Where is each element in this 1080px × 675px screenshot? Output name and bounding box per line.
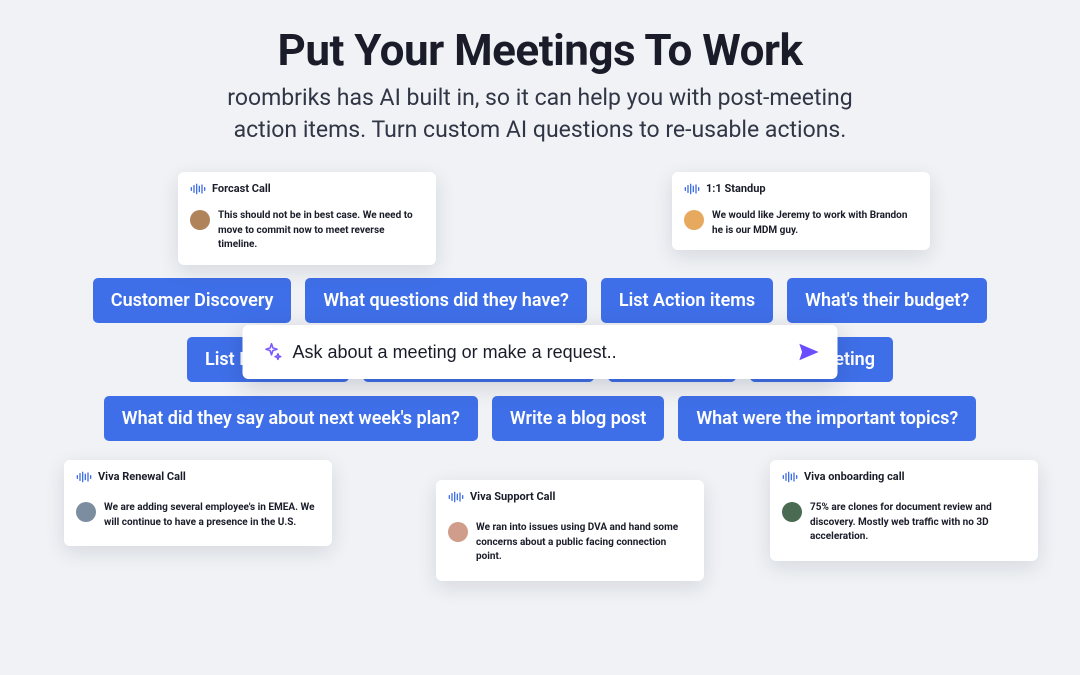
stage: Customer Discovery What questions did th… [0, 158, 1080, 658]
card-text: This should not be in best case. We need… [218, 209, 424, 253]
card-text: We ran into issues using DVA and hand so… [476, 521, 692, 565]
card-text: We would like Jeremy to work with Brando… [712, 209, 918, 238]
chip-row-1: Customer Discovery What questions did th… [93, 278, 987, 323]
card-head: 1:1 Standup [684, 182, 918, 195]
avatar [76, 502, 96, 522]
card-body: 75% are clones for document review and d… [782, 501, 1026, 549]
card-title: Viva onboarding call [804, 470, 905, 483]
subtitle-line-1: roombriks has AI built in, so it can hel… [227, 84, 852, 111]
sparkle-icon [261, 341, 283, 363]
card-body: We would like Jeremy to work with Brando… [684, 209, 918, 238]
chip-action-items[interactable]: List Action items [601, 278, 773, 323]
meeting-card-standup[interactable]: 1:1 Standup We would like Jeremy to work… [672, 172, 930, 250]
chip-budget[interactable]: What's their budget? [787, 278, 987, 323]
hero-header: Put Your Meetings To Work roombriks has … [0, 0, 1080, 146]
card-head: Viva Support Call [448, 490, 692, 503]
avatar [782, 502, 802, 522]
audio-wave-icon [782, 471, 798, 483]
card-body: We are adding several employee's in EMEA… [76, 501, 320, 534]
card-title: Viva Renewal Call [98, 470, 186, 483]
meeting-card-forecast[interactable]: Forcast Call This should not be in best … [178, 172, 436, 265]
card-head: Viva Renewal Call [76, 470, 320, 483]
audio-wave-icon [448, 491, 464, 503]
card-body: We ran into issues using DVA and hand so… [448, 521, 692, 569]
chip-important-topics[interactable]: What were the important topics? [678, 396, 976, 441]
card-head: Viva onboarding call [782, 470, 1026, 483]
chip-row-3: What did they say about next week's plan… [104, 396, 976, 441]
chip-blog-post[interactable]: Write a blog post [492, 396, 664, 441]
send-icon[interactable] [798, 341, 820, 363]
card-title: 1:1 Standup [706, 182, 766, 195]
ask-input[interactable] [283, 342, 798, 363]
avatar [448, 522, 468, 542]
meeting-card-renewal[interactable]: Viva Renewal Call We are adding several … [64, 460, 332, 546]
card-body: This should not be in best case. We need… [190, 209, 424, 253]
chip-customer-discovery[interactable]: Customer Discovery [93, 278, 292, 323]
meeting-card-onboarding[interactable]: Viva onboarding call 75% are clones for … [770, 460, 1038, 561]
card-title: Forcast Call [212, 182, 271, 195]
audio-wave-icon [684, 183, 700, 195]
avatar [190, 210, 210, 230]
page-title: Put Your Meetings To Work [0, 24, 1080, 76]
avatar [684, 210, 704, 230]
card-head: Forcast Call [190, 182, 424, 195]
audio-wave-icon [76, 471, 92, 483]
chip-next-week-plan[interactable]: What did they say about next week's plan… [104, 396, 478, 441]
meeting-card-support[interactable]: Viva Support Call We ran into issues usi… [436, 480, 704, 581]
ask-bar[interactable] [243, 325, 838, 379]
card-text: We are adding several employee's in EMEA… [104, 501, 320, 530]
page-subtitle: roombriks has AI built in, so it can hel… [0, 82, 1080, 146]
card-text: 75% are clones for document review and d… [810, 501, 1026, 545]
chip-questions[interactable]: What questions did they have? [305, 278, 586, 323]
subtitle-line-2: action items. Turn custom AI questions t… [234, 116, 847, 143]
audio-wave-icon [190, 183, 206, 195]
card-title: Viva Support Call [470, 490, 555, 503]
